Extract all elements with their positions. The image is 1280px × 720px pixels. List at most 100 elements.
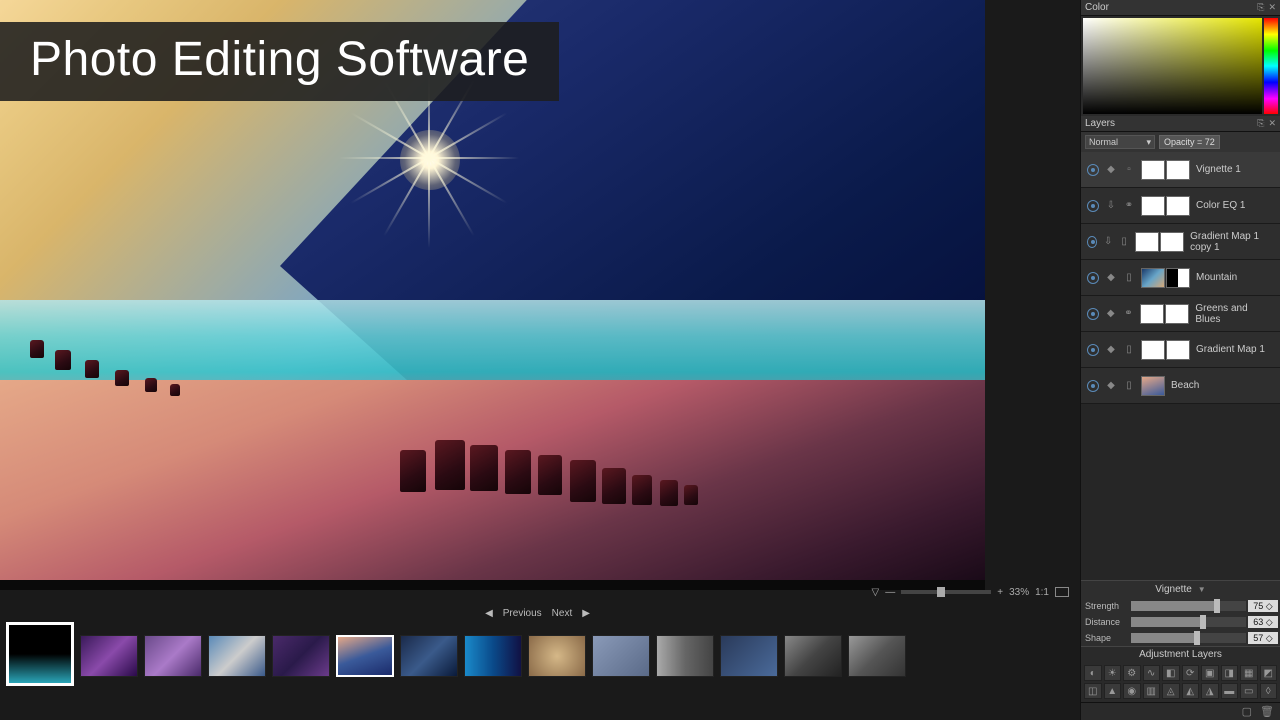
adjust-title-row[interactable]: Vignette ▼ bbox=[1081, 580, 1280, 598]
collapse-icon[interactable]: ▼ bbox=[1198, 585, 1206, 594]
layer-mask-icon[interactable]: ▫ bbox=[1123, 164, 1135, 176]
filmstrip-thumb[interactable] bbox=[784, 635, 842, 677]
filmstrip-thumb[interactable] bbox=[400, 635, 458, 677]
adj-vignette-icon[interactable]: ▬ bbox=[1221, 683, 1239, 699]
visibility-icon[interactable] bbox=[1087, 380, 1099, 392]
adj-gradientmap-icon[interactable]: ▦ bbox=[1240, 665, 1258, 681]
adj-exposure-icon[interactable]: ◐ bbox=[1084, 665, 1102, 681]
adj-photofilter-icon[interactable]: ◉ bbox=[1123, 683, 1141, 699]
layer-link-icon[interactable]: ⇩ bbox=[1103, 236, 1113, 248]
slider-value[interactable]: 75 ◇ bbox=[1248, 600, 1278, 612]
layer-link-icon[interactable]: ◆ bbox=[1105, 272, 1117, 284]
adj-hsl-icon[interactable]: ◧ bbox=[1162, 665, 1180, 681]
filmstrip-thumb[interactable] bbox=[208, 635, 266, 677]
adj-splittone-icon[interactable]: ◭ bbox=[1182, 683, 1200, 699]
fit-icon[interactable] bbox=[1055, 587, 1069, 597]
adj-brightness-icon[interactable]: ☀ bbox=[1104, 665, 1122, 681]
layer-mask-icon[interactable]: ▯ bbox=[1119, 236, 1129, 248]
slider-label: Strength bbox=[1081, 601, 1129, 611]
zoom-ratio-button[interactable]: 1:1 bbox=[1035, 587, 1049, 598]
layer-row[interactable]: ◆▯Gradient Map 1 bbox=[1081, 332, 1280, 368]
zoom-slider[interactable] bbox=[901, 590, 991, 594]
logo-thumb[interactable] bbox=[6, 622, 74, 686]
filmstrip-thumb[interactable] bbox=[272, 635, 330, 677]
layer-row[interactable]: ◆▫Vignette 1 bbox=[1081, 152, 1280, 188]
zoom-minus-icon[interactable]: — bbox=[885, 587, 895, 598]
chevron-down-icon: ▾ bbox=[1146, 137, 1151, 148]
adj-bw-icon[interactable]: ◮ bbox=[1201, 683, 1219, 699]
adj-invert-icon[interactable]: ◩ bbox=[1260, 665, 1278, 681]
close-icon[interactable]: ✕ bbox=[1268, 2, 1276, 13]
layer-mask-icon[interactable]: ⚭ bbox=[1123, 308, 1135, 320]
layers-empty-area[interactable] bbox=[1081, 404, 1280, 580]
new-layer-icon[interactable]: ▢ bbox=[1242, 705, 1252, 718]
adj-threshold-icon[interactable]: ◫ bbox=[1084, 683, 1102, 699]
filmstrip-thumb[interactable] bbox=[528, 635, 586, 677]
layer-row[interactable]: ◆▯Beach bbox=[1081, 368, 1280, 404]
visibility-icon[interactable] bbox=[1087, 344, 1099, 356]
pin-icon[interactable]: ⎘ bbox=[1257, 118, 1264, 129]
layers-list: ◆▫Vignette 1⇩⚭Color EQ 1⇩▯Gradient Map 1… bbox=[1081, 152, 1280, 404]
opacity-field[interactable]: Opacity = 72 bbox=[1159, 135, 1220, 149]
visibility-icon[interactable] bbox=[1087, 164, 1099, 176]
adjustment-layers-title: Adjustment Layers bbox=[1081, 646, 1280, 662]
layer-link-icon[interactable]: ◆ bbox=[1105, 164, 1117, 176]
layer-mask-icon[interactable]: ▯ bbox=[1123, 344, 1135, 356]
adj-posterize-icon[interactable]: ▲ bbox=[1104, 683, 1122, 699]
filmstrip-thumb[interactable] bbox=[656, 635, 714, 677]
hue-slider[interactable] bbox=[1264, 18, 1278, 114]
slider-value[interactable]: 63 ◇ bbox=[1248, 616, 1278, 628]
layer-mask-icon[interactable]: ▯ bbox=[1123, 272, 1135, 284]
filmstrip-thumb[interactable] bbox=[592, 635, 650, 677]
slider-value[interactable]: 57 ◇ bbox=[1248, 632, 1278, 644]
layer-row[interactable]: ⇩▯Gradient Map 1 copy 1 bbox=[1081, 224, 1280, 260]
slider-track[interactable] bbox=[1131, 617, 1246, 627]
slider-track[interactable] bbox=[1131, 601, 1246, 611]
filmstrip-thumb[interactable] bbox=[336, 635, 394, 677]
next-icon[interactable]: ▶ bbox=[582, 608, 590, 619]
visibility-icon[interactable] bbox=[1087, 236, 1097, 248]
color-field[interactable] bbox=[1083, 18, 1262, 114]
filmstrip-thumb[interactable] bbox=[144, 635, 202, 677]
adj-sharpen-icon[interactable]: ◊ bbox=[1260, 683, 1278, 699]
layer-mask-icon[interactable]: ⚭ bbox=[1123, 200, 1135, 212]
layer-row[interactable]: ⇩⚭Color EQ 1 bbox=[1081, 188, 1280, 224]
visibility-icon[interactable] bbox=[1087, 308, 1099, 320]
prev-button[interactable]: Previous bbox=[503, 608, 542, 619]
blend-mode-select[interactable]: Normal ▾ bbox=[1085, 135, 1155, 149]
prev-icon[interactable]: ◀ bbox=[485, 608, 493, 619]
layer-link-icon[interactable]: ⇩ bbox=[1105, 200, 1117, 212]
adj-noise-icon[interactable]: ▭ bbox=[1240, 683, 1258, 699]
adj-colorbalance-icon[interactable]: ⟳ bbox=[1182, 665, 1200, 681]
close-icon[interactable]: ✕ bbox=[1268, 118, 1276, 129]
layer-mask-icon[interactable]: ▯ bbox=[1123, 380, 1135, 392]
layer-link-icon[interactable]: ◆ bbox=[1105, 344, 1117, 356]
layer-name: Greens and Blues bbox=[1195, 303, 1274, 325]
layer-row[interactable]: ◆ ⚭ Greens and Blues bbox=[1081, 296, 1280, 332]
filmstrip-thumb[interactable] bbox=[80, 635, 138, 677]
adj-channelmixer-icon[interactable]: ◨ bbox=[1221, 665, 1239, 681]
canvas-area[interactable]: Photo Editing Software bbox=[0, 0, 985, 590]
visibility-icon[interactable] bbox=[1087, 200, 1099, 212]
adj-levels-icon[interactable]: ⚙ bbox=[1123, 665, 1141, 681]
adj-lut-icon[interactable]: ▥ bbox=[1143, 683, 1161, 699]
visibility-icon[interactable] bbox=[1087, 272, 1099, 284]
layers-panel-header: Layers ⎘✕ bbox=[1081, 116, 1280, 132]
layer-link-icon[interactable]: ◆ bbox=[1105, 308, 1117, 320]
slider-track[interactable] bbox=[1131, 633, 1246, 643]
filmstrip-thumb[interactable] bbox=[464, 635, 522, 677]
layer-link-icon[interactable]: ◆ bbox=[1105, 380, 1117, 392]
zoom-plus-icon[interactable]: + bbox=[997, 587, 1003, 598]
color-picker[interactable] bbox=[1081, 16, 1280, 116]
next-button[interactable]: Next bbox=[552, 608, 573, 619]
pin-icon[interactable]: ⎘ bbox=[1257, 2, 1264, 13]
trash-icon[interactable]: 🗑 bbox=[1260, 705, 1274, 718]
adj-curves-icon[interactable]: ∿ bbox=[1143, 665, 1161, 681]
filmstrip-thumb[interactable] bbox=[848, 635, 906, 677]
zoom-out-icon[interactable]: ▽ bbox=[872, 587, 880, 598]
adj-selective-icon[interactable]: ◬ bbox=[1162, 683, 1180, 699]
layer-row[interactable]: ◆▯Mountain bbox=[1081, 260, 1280, 296]
filmstrip-thumb[interactable] bbox=[720, 635, 778, 677]
layer-thumb bbox=[1141, 268, 1190, 288]
adj-vibrance-icon[interactable]: ▣ bbox=[1201, 665, 1219, 681]
